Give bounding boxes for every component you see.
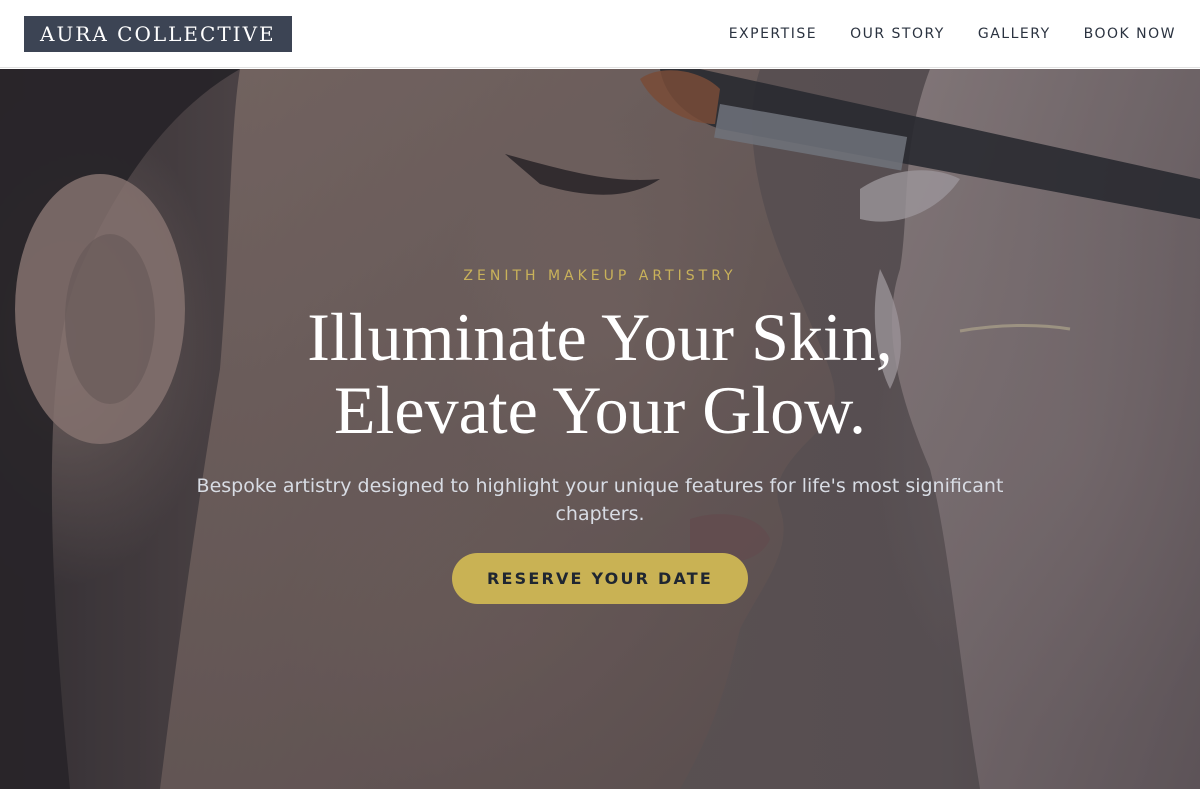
nav-item-expertise[interactable]: EXPERTISE [729,26,817,42]
hero-eyebrow: ZENITH MAKEUP ARTISTRY [463,268,737,284]
hero-headline-line1: Illuminate Your Skin, [307,299,893,375]
hero-section: ZENITH MAKEUP ARTISTRY Illuminate Your S… [0,69,1200,789]
hero-subtext: Bespoke artistry designed to highlight y… [196,475,1004,525]
hero-content: ZENITH MAKEUP ARTISTRY Illuminate Your S… [0,69,1200,789]
brand-logo[interactable]: AURA COLLECTIVE [24,16,292,52]
nav-item-our-story[interactable]: OUR STORY [850,26,945,42]
reserve-date-button[interactable]: RESERVE YOUR DATE [452,553,748,604]
nav-item-gallery[interactable]: GALLERY [978,26,1051,42]
hero-headline-line2: Elevate Your Glow. [334,372,866,448]
site-header: AURA COLLECTIVE EXPERTISE OUR STORY GALL… [0,0,1200,68]
hero-headline: Illuminate Your Skin, Elevate Your Glow. [0,301,1200,447]
nav-item-book-now[interactable]: BOOK NOW [1084,26,1176,42]
main-nav: EXPERTISE OUR STORY GALLERY BOOK NOW [729,0,1176,68]
